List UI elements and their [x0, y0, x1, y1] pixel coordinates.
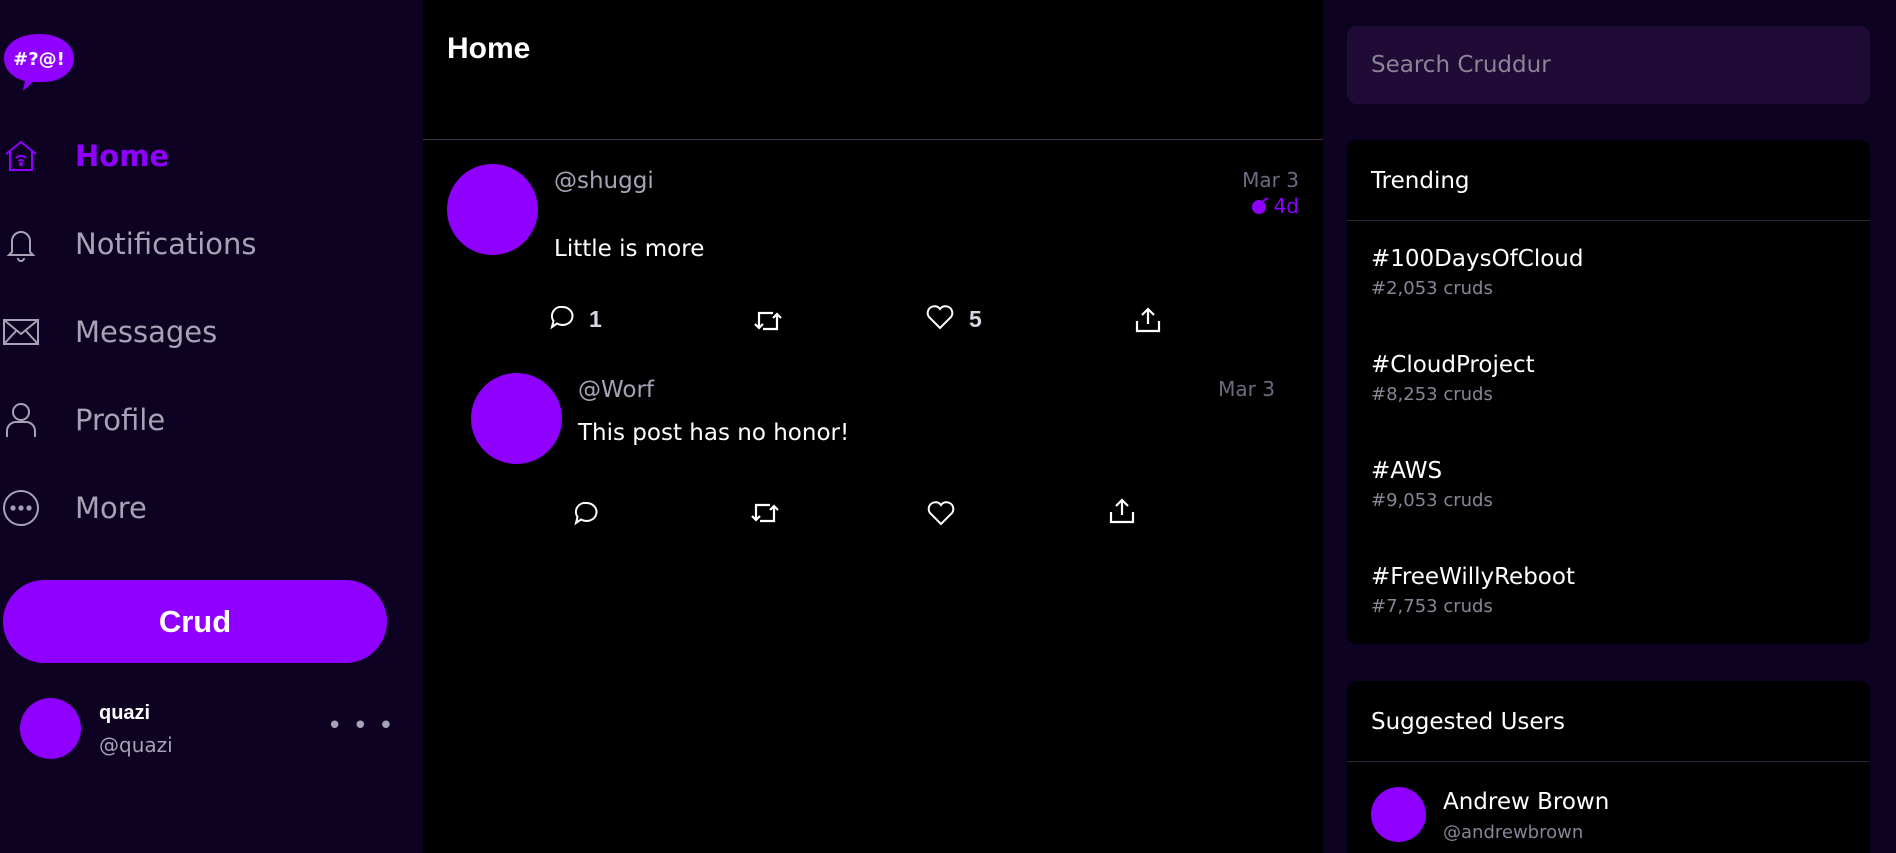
reply-button[interactable]: 1	[549, 300, 602, 333]
current-user-card[interactable]: quazi @quazi • • •	[20, 698, 400, 762]
trend-tag: #AWS	[1371, 458, 1443, 484]
post-date: Mar 3	[1242, 168, 1299, 192]
suggested-users-title: Suggested Users	[1371, 709, 1565, 735]
reply-count: 1	[589, 306, 602, 332]
like-button[interactable]	[926, 500, 956, 526]
user-icon	[1, 400, 41, 440]
suggested-users-panel: Suggested Users Andrew Brown @andrewbrow…	[1347, 681, 1870, 853]
heart-icon	[927, 501, 955, 526]
app-logo[interactable]: #?@!	[3, 32, 75, 91]
suggested-user[interactable]: Andrew Brown @andrewbrown	[1371, 787, 1851, 847]
nav-label-messages: Messages	[75, 315, 218, 349]
nav-item-messages[interactable]: Messages	[0, 307, 420, 357]
share-icon	[1135, 307, 1161, 333]
like-button[interactable]: 5	[925, 300, 982, 333]
nav-label-more: More	[75, 491, 147, 525]
avatar[interactable]	[471, 373, 562, 464]
share-button[interactable]	[1134, 306, 1162, 334]
trending-title: Trending	[1371, 168, 1470, 194]
repost-button[interactable]	[753, 308, 783, 334]
more-circle-icon	[1, 488, 41, 528]
trend-count: #8,253 cruds	[1371, 384, 1493, 405]
trend-tag: #FreeWillyReboot	[1371, 564, 1575, 590]
sidebar-nav: #?@! Home Notifications Messages Profile…	[0, 0, 423, 853]
right-sidebar: Trending #100DaysOfCloud #2,053 cruds #C…	[1323, 0, 1896, 853]
main-feed: Home @shuggi Mar 3 4d Little is more 1 5…	[423, 0, 1323, 853]
nav-item-profile[interactable]: Profile	[0, 395, 420, 445]
page-title: Home	[447, 32, 531, 65]
current-user-handle: @quazi	[99, 733, 173, 757]
post-date: Mar 3	[1218, 377, 1275, 401]
trend-item[interactable]: #100DaysOfCloud #2,053 cruds	[1371, 246, 1583, 299]
trend-item[interactable]: #AWS #9,053 cruds	[1371, 458, 1493, 511]
suggested-user-handle: @andrewbrown	[1443, 822, 1584, 843]
post-handle[interactable]: @shuggi	[554, 168, 654, 194]
nav-item-more[interactable]: More	[0, 483, 420, 533]
post-handle[interactable]: @Worf	[578, 377, 654, 403]
trend-count: #2,053 cruds	[1371, 278, 1493, 299]
search-input[interactable]	[1347, 26, 1870, 104]
heart-icon	[926, 304, 954, 329]
avatar[interactable]	[447, 164, 538, 255]
reply-icon	[574, 501, 598, 526]
divider	[1347, 761, 1870, 762]
divider	[1347, 220, 1870, 221]
repost-icon	[751, 503, 779, 523]
nav-label-profile: Profile	[75, 403, 166, 437]
avatar	[1371, 787, 1426, 842]
share-button[interactable]	[1108, 497, 1136, 525]
nav-label-home: Home	[75, 139, 170, 173]
avatar	[20, 698, 81, 759]
bomb-icon	[1251, 197, 1269, 214]
repost-icon	[754, 311, 782, 331]
trend-tag: #CloudProject	[1371, 352, 1535, 378]
post-expiry: 4d	[1250, 194, 1299, 218]
post-item[interactable]: @shuggi Mar 3 4d Little is more 1 5	[423, 140, 1323, 360]
post-expiry-label: 4d	[1273, 194, 1299, 218]
post-text: Little is more	[554, 236, 705, 262]
reply-icon	[550, 305, 574, 329]
suggested-user-name: Andrew Brown	[1443, 789, 1610, 815]
envelope-icon	[1, 312, 41, 352]
trend-count: #7,753 cruds	[1371, 596, 1493, 617]
like-count: 5	[969, 306, 982, 332]
share-icon	[1109, 498, 1135, 524]
current-user-name: quazi	[99, 702, 151, 724]
nav-item-notifications[interactable]: Notifications	[0, 219, 420, 269]
trend-tag: #100DaysOfCloud	[1371, 246, 1584, 272]
trend-count: #9,053 cruds	[1371, 490, 1493, 511]
repost-button[interactable]	[750, 500, 780, 526]
crud-button[interactable]: Crud	[3, 580, 387, 663]
reply-button[interactable]	[573, 500, 599, 526]
post-item[interactable]: @Worf Mar 3 This post has no honor!	[447, 360, 1299, 560]
post-text: This post has no honor!	[578, 420, 850, 446]
nav-item-home[interactable]: Home	[0, 131, 420, 181]
home-icon	[1, 136, 41, 176]
svg-text:#?@!: #?@!	[13, 49, 65, 70]
user-menu-icon[interactable]: • • •	[327, 713, 395, 739]
nav-label-notifications: Notifications	[75, 227, 257, 261]
trending-panel: Trending #100DaysOfCloud #2,053 cruds #C…	[1347, 140, 1870, 644]
trend-item[interactable]: #CloudProject #8,253 cruds	[1371, 352, 1535, 405]
trend-item[interactable]: #FreeWillyReboot #7,753 cruds	[1371, 564, 1575, 617]
bell-icon	[1, 224, 41, 264]
